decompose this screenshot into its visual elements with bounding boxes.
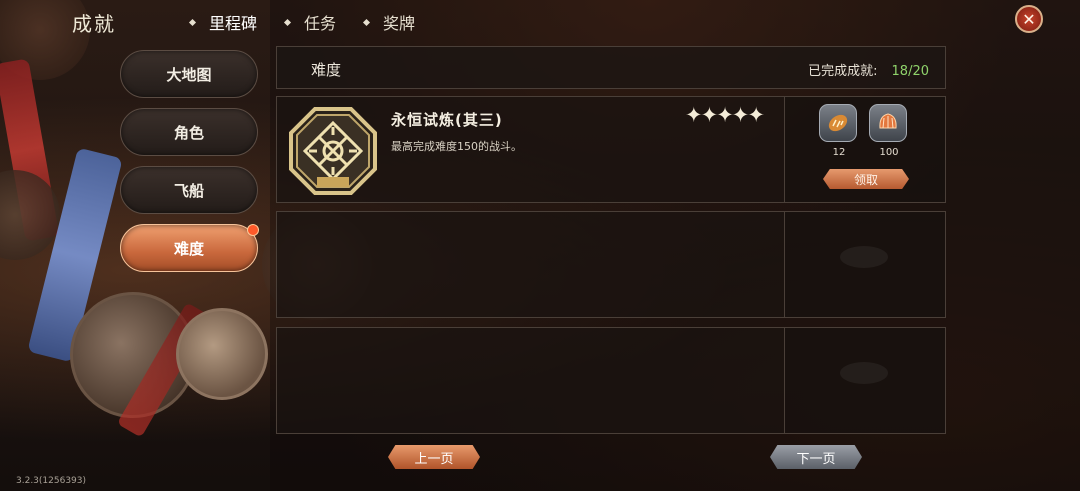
reward-item[interactable]: 12 <box>819 104 859 158</box>
star-rating: ✦✦✦✦✦ <box>685 103 765 127</box>
version-text: 3.2.3(1256393) <box>16 476 87 486</box>
empty-achievement-row <box>276 327 946 434</box>
reward-quantity: 100 <box>879 147 899 158</box>
knot-medal-icon <box>289 107 377 195</box>
tab-label: 奖牌 <box>383 14 416 33</box>
diamond-bullet-icon <box>188 18 197 26</box>
sidebar-item-airship[interactable]: 飞船 <box>120 166 258 214</box>
claim-button[interactable]: 领取 <box>823 169 909 189</box>
achievement-row: 永恒试炼(其三) 最高完成难度150的战斗。 ✦✦✦✦✦ 12 100 领取 <box>276 96 946 203</box>
progress-value: 18/20 <box>891 64 929 79</box>
reward-slot <box>819 104 857 142</box>
next-page-button[interactable]: 下一页 <box>770 445 862 469</box>
tab-label: 里程碑 <box>209 14 258 33</box>
sidebar-item-label: 飞船 <box>173 181 204 200</box>
sidebar-item-world-map[interactable]: 大地图 <box>120 50 258 98</box>
reward-quantity: 12 <box>832 147 846 158</box>
progress-label: 已完成成就: <box>808 64 878 79</box>
category-title: 难度 <box>311 61 342 79</box>
page-title: 成就 <box>72 12 116 36</box>
empty-achievement-row <box>276 211 946 318</box>
tab-tasks[interactable]: 任务 <box>283 10 337 34</box>
achievement-name: 永恒试炼(其三) <box>391 111 503 129</box>
sidebar-item-characters[interactable]: 角色 <box>120 108 258 156</box>
tab-medals[interactable]: 奖牌 <box>362 10 416 34</box>
top-tabs: 里程碑 任务 奖牌 <box>188 10 443 34</box>
bread-icon <box>828 114 848 132</box>
reward-panel <box>784 212 945 317</box>
shell-icon <box>879 113 897 129</box>
tab-label: 任务 <box>304 14 337 33</box>
reward-panel: 12 100 领取 <box>784 97 945 202</box>
sidebar-item-label: 大地图 <box>166 65 212 84</box>
prev-page-button[interactable]: 上一页 <box>388 445 480 469</box>
reward-panel <box>784 328 945 433</box>
background-medal <box>0 170 60 260</box>
close-button[interactable]: ✕ <box>1015 5 1043 33</box>
background-medal <box>176 308 268 400</box>
reward-item[interactable]: 100 <box>869 104 909 158</box>
placeholder-fish-icon <box>840 362 888 384</box>
achievement-description: 最高完成难度150的战斗。 <box>391 140 522 153</box>
placeholder-fish-icon <box>840 246 888 268</box>
diamond-bullet-icon <box>362 18 371 26</box>
progress-summary: 已完成成就: 18/20 <box>808 60 929 79</box>
reward-slot <box>869 104 907 142</box>
diamond-bullet-icon <box>283 18 292 26</box>
category-header: 难度 已完成成就: 18/20 <box>276 46 946 89</box>
close-icon: ✕ <box>1022 9 1036 29</box>
tab-milestone[interactable]: 里程碑 <box>188 10 258 34</box>
sidebar-item-label: 难度 <box>173 239 204 258</box>
sidebar-item-difficulty[interactable]: 难度 <box>120 224 259 272</box>
sidebar-item-label: 角色 <box>173 123 204 142</box>
notification-dot <box>247 224 259 236</box>
